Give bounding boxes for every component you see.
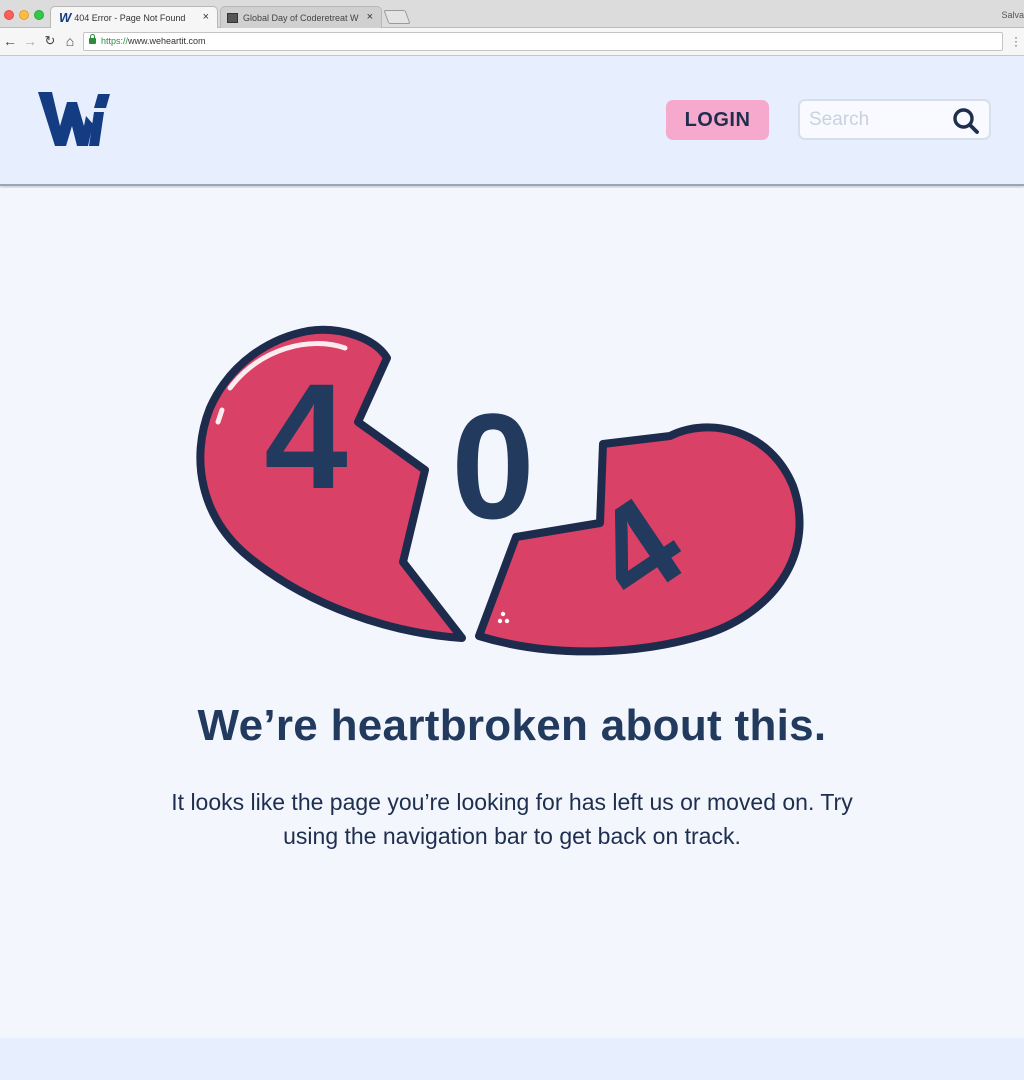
weheartit-favicon-icon: W	[59, 10, 72, 25]
tab-close-icon[interactable]: ×	[203, 11, 209, 23]
digit-zero: 0	[451, 382, 534, 550]
search-icon[interactable]	[952, 107, 980, 135]
error-message: It looks like the page you’re looking fo…	[171, 789, 853, 849]
secure-lock-icon	[89, 34, 96, 44]
tab-404-error[interactable]: W 404 Error - Page Not Found ×	[50, 6, 218, 28]
search-input[interactable]	[809, 108, 949, 132]
tab-label: 404 Error - Page Not Found	[74, 12, 186, 23]
browser-toolbar: ← → ↻ ⌂ https://www.weheartit.com · · ·	[0, 28, 1024, 56]
profile-name[interactable]: Salva	[1001, 10, 1024, 20]
url-scheme: https://	[101, 36, 129, 46]
tab-global-day-coderetreat[interactable]: Global Day of Coderetreat W ×	[220, 6, 382, 28]
site-footer	[0, 1038, 1024, 1080]
minimize-window-button[interactable]	[19, 10, 29, 20]
tab-close-icon[interactable]: ×	[367, 11, 373, 23]
close-window-button[interactable]	[4, 10, 14, 20]
browser-menu-icon[interactable]: · · ·	[1014, 31, 1020, 51]
new-tab-button[interactable]	[383, 10, 411, 24]
address-bar[interactable]: https://www.weheartit.com	[83, 32, 1003, 51]
reload-icon[interactable]: ↻	[42, 33, 58, 49]
search-box	[798, 99, 991, 140]
back-arrow-icon[interactable]: ←	[2, 33, 18, 49]
broken-heart-404-illustration: 4 0 4	[196, 325, 804, 656]
maximize-window-button[interactable]	[34, 10, 44, 20]
tab-label: Global Day of Coderetreat W	[243, 12, 359, 23]
login-button[interactable]: LOGIN	[666, 100, 769, 140]
weheartit-logo[interactable]	[36, 90, 112, 148]
forward-arrow-icon[interactable]: →	[22, 33, 38, 49]
url-host: www.weheartit.com	[128, 36, 206, 46]
site-header: LOGIN	[0, 56, 1024, 186]
browser-tab-bar: W 404 Error - Page Not Found × Global Da…	[0, 0, 1024, 28]
error-page-content: 4 0 4 We’re heartbroken about this. It l…	[0, 188, 1024, 1038]
page-favicon-icon	[227, 12, 238, 23]
error-headline: We’re heartbroken about this.	[197, 701, 827, 750]
home-icon[interactable]: ⌂	[62, 33, 78, 49]
digit-four-left: 4	[264, 352, 347, 520]
